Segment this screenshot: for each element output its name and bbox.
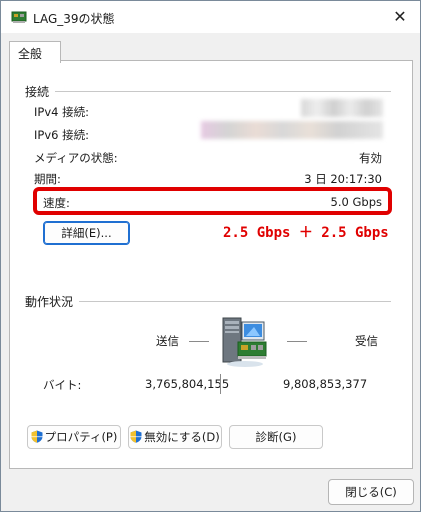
ipv6-label: IPv6 接続: — [34, 128, 89, 142]
duration-value: 3 日 20:17:30 — [304, 172, 382, 186]
speed-annotation: 2.5 Gbps ＋ 2.5 Gbps — [223, 225, 389, 241]
uac-shield-icon — [31, 430, 43, 443]
ipv4-value-redacted — [301, 99, 383, 117]
speed-highlight-box — [33, 187, 392, 215]
duration-label: 期間: — [34, 172, 61, 186]
title-bar: LAG_39の状態 ✕ — [1, 1, 420, 33]
properties-button[interactable]: プロパティ(P) — [27, 425, 121, 449]
connection-group-divider — [55, 91, 391, 92]
ipv6-value-redacted — [201, 121, 383, 139]
tab-general[interactable]: 全般 — [9, 41, 61, 63]
diagnose-button[interactable]: 診断(G) — [229, 425, 323, 449]
received-dash — [287, 341, 307, 342]
disable-button[interactable]: 無効にする(D) — [128, 425, 222, 449]
media-state-label: メディアの状態: — [34, 151, 118, 165]
media-state-value: 有効 — [359, 151, 382, 165]
status-dialog: LAG_39の状態 ✕ 全般 接続 IPv4 接続: IPv6 接続: メディア… — [0, 0, 421, 512]
window-title: LAG_39の状態 — [33, 12, 115, 26]
close-button[interactable]: 閉じる(C) — [328, 479, 414, 505]
activity-group-label: 動作状況 — [25, 295, 74, 309]
uac-shield-icon — [130, 430, 142, 443]
tab-strip: 全般 — [1, 33, 420, 63]
ipv4-label: IPv4 接続: — [34, 105, 89, 119]
details-button[interactable]: 詳細(E)... — [43, 221, 130, 245]
properties-label: プロパティ(P) — [44, 430, 118, 444]
bytes-label: バイト: — [43, 378, 82, 392]
bytes-received-value: 9,808,853,377 — [283, 377, 368, 391]
disable-label: 無効にする(D) — [144, 430, 220, 444]
close-icon[interactable]: ✕ — [386, 5, 414, 29]
network-adapter-icon — [11, 11, 27, 23]
sent-dash — [189, 341, 209, 342]
connection-group-label: 接続 — [25, 85, 50, 99]
bytes-sent-value: 3,765,804,155 — [145, 377, 230, 391]
network-computer-icon — [222, 317, 267, 367]
activity-group-divider — [79, 301, 391, 302]
sent-label: 送信 — [156, 334, 179, 348]
received-label: 受信 — [355, 334, 378, 348]
activity-separator — [220, 374, 221, 394]
